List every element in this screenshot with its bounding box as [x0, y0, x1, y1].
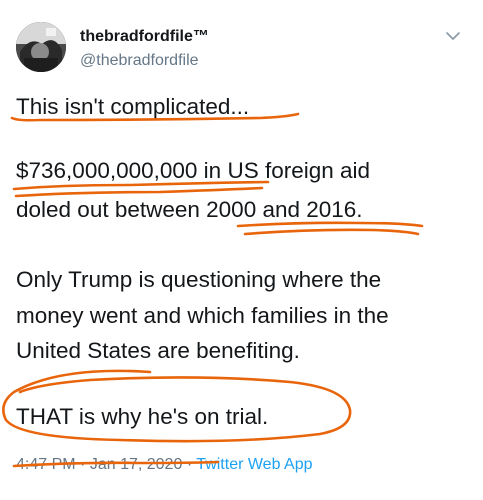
meta-separator: · [186, 456, 193, 473]
user-handle[interactable]: @thebradfordfile [80, 52, 199, 70]
chevron-down-icon[interactable] [445, 30, 461, 42]
tweet-text-line: This isn't complicated... [16, 94, 250, 119]
avatar[interactable] [16, 22, 66, 72]
annotation-underline [243, 228, 420, 236]
tweet-text-line: THAT is why he's on trial. [16, 404, 269, 429]
tweet-text-line: $736,000,000,000 in US foreign aid [16, 158, 371, 183]
display-name[interactable]: thebradfordfile™ [80, 28, 209, 46]
tweet-card: thebradfordfile™ @thebradfordfile This i… [0, 0, 483, 500]
tweet-text-line: doled out between 2000 and 2016. [16, 197, 363, 222]
tweet-date[interactable]: Jan 17, 2020 [90, 456, 183, 473]
meta-separator: · [80, 456, 86, 473]
tweet-meta: 4:47 PM · Jan 17, 2020 · Twitter Web App [16, 456, 313, 474]
tweet-text-line: Only Trump is questioning where the [16, 267, 382, 292]
tweet-text-line: United States are benefiting. [16, 338, 300, 363]
tweet-time[interactable]: 4:47 PM [16, 456, 76, 473]
tweet-source-link[interactable]: Twitter Web App [196, 456, 312, 473]
tweet-text-line: money went and which families in the [16, 303, 389, 328]
